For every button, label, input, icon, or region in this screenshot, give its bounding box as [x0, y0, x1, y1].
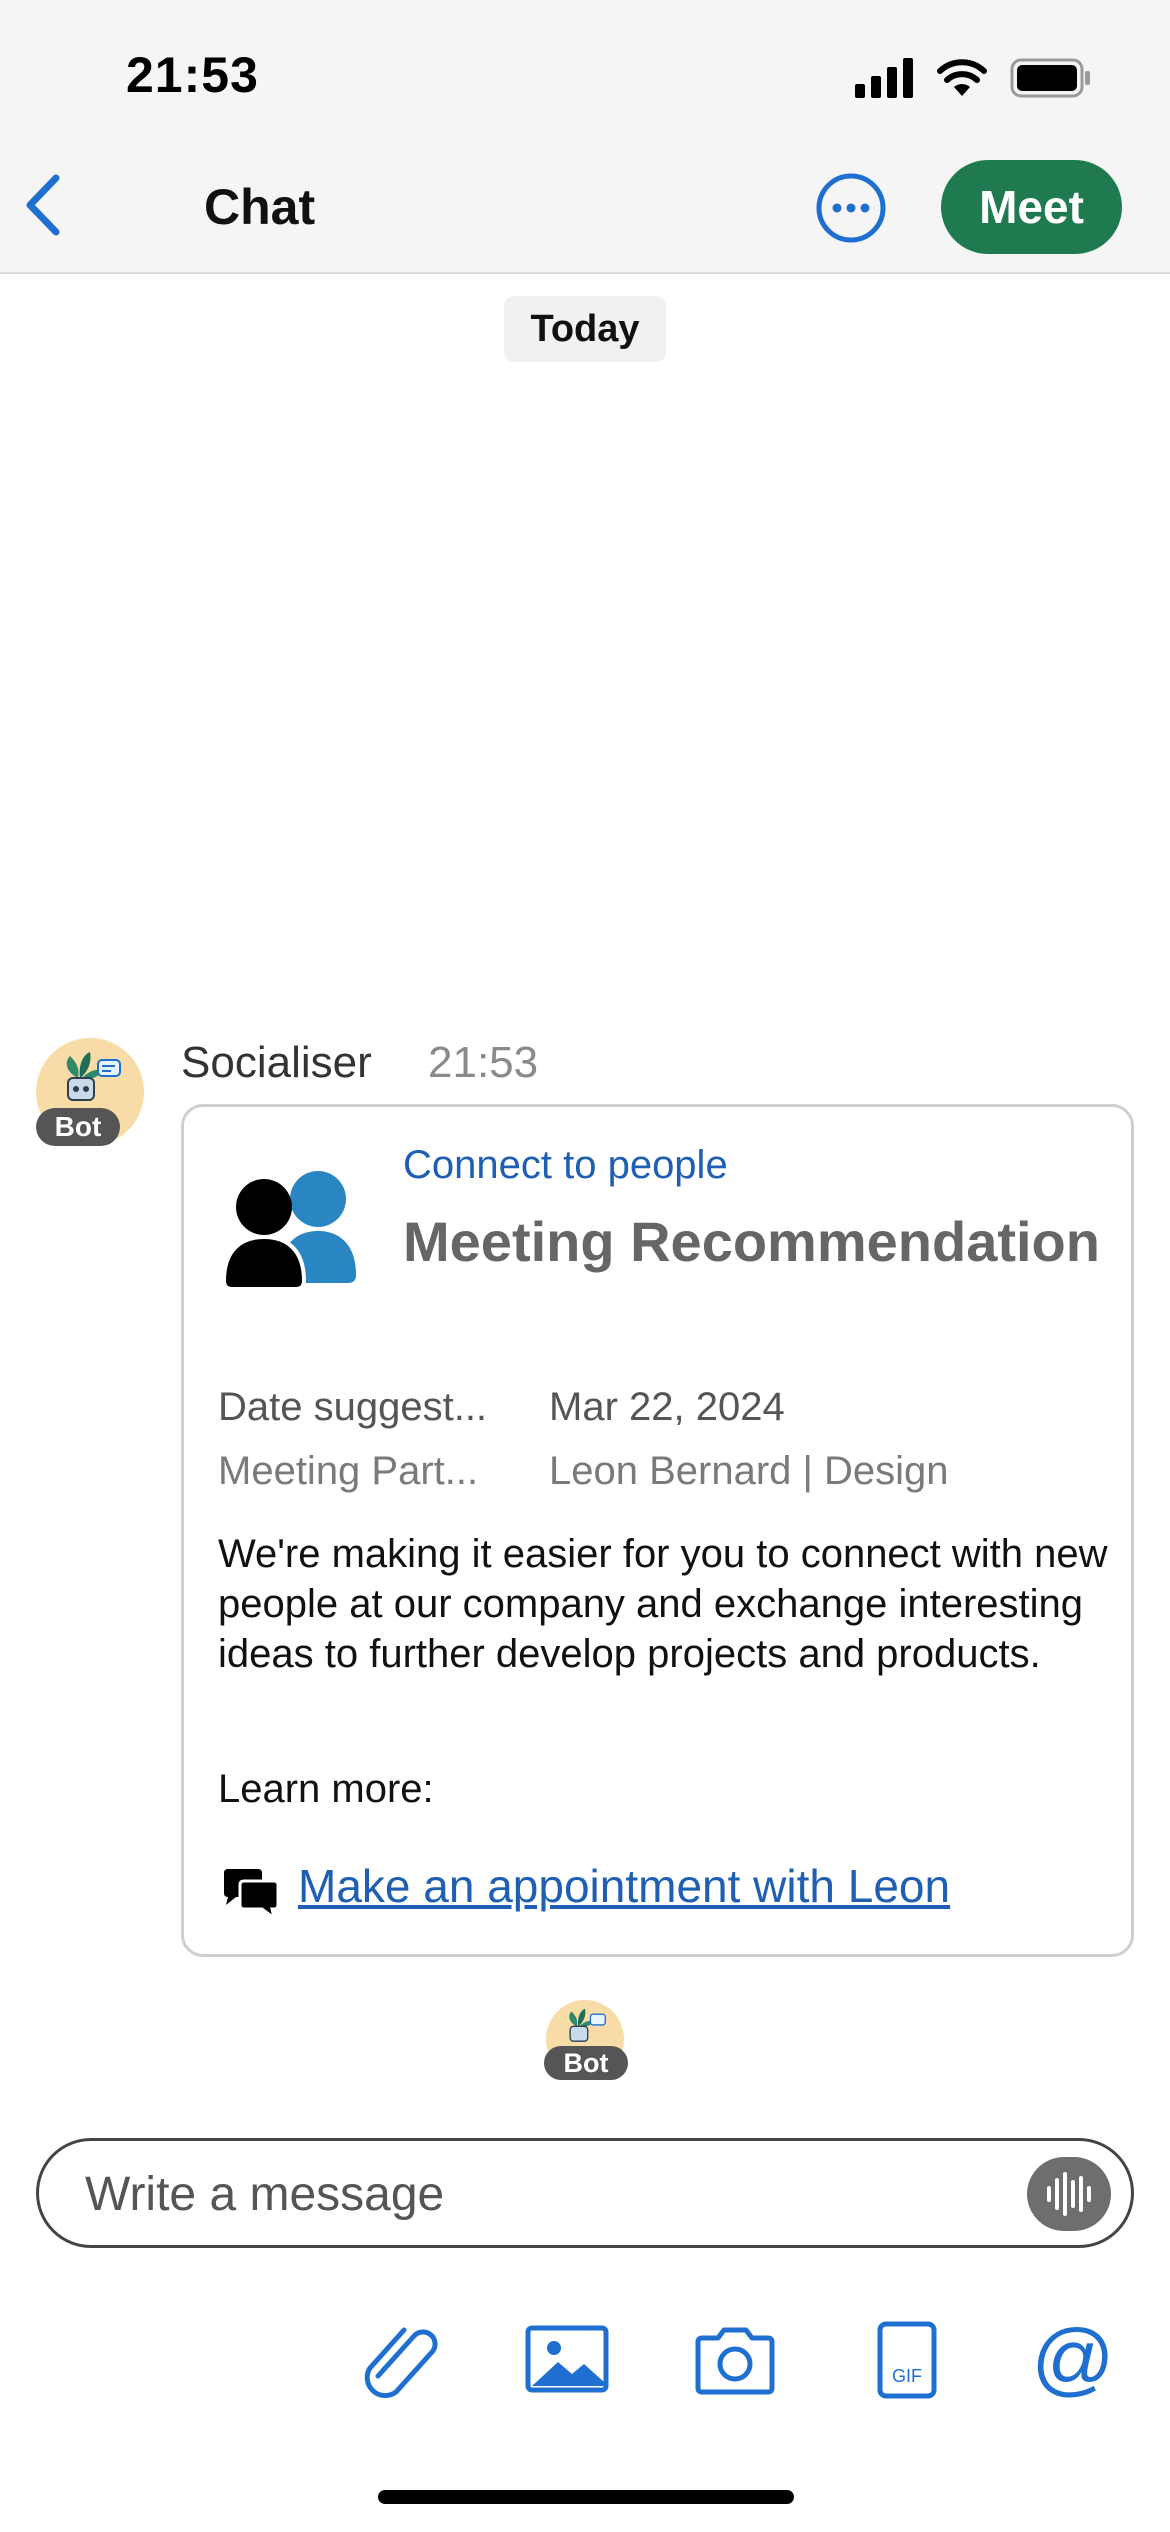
cellular-signal-icon — [855, 58, 913, 98]
status-time: 21:53 — [126, 47, 259, 103]
appointment-link[interactable]: Make an appointment with Leon — [298, 1859, 950, 1913]
voice-record-button[interactable] — [1027, 2157, 1111, 2231]
meet-button[interactable]: Meet — [941, 160, 1122, 254]
at-icon[interactable]: @ — [1028, 2320, 1118, 2400]
image-icon[interactable] — [522, 2320, 612, 2400]
battery-icon — [1010, 58, 1090, 98]
back-chevron-icon[interactable] — [22, 172, 66, 238]
page-title: Chat — [204, 179, 316, 235]
home-indicator — [378, 2490, 794, 2504]
card-title: Meeting Recommendation — [403, 1210, 1100, 1273]
card-body-text: We're making it easier for you to connec… — [218, 1532, 1108, 1676]
bot-badge: Bot — [36, 1108, 120, 1146]
bot-plant-icon — [569, 2008, 606, 2042]
more-options-icon[interactable] — [815, 172, 887, 244]
wifi-icon — [937, 59, 987, 96]
people-icon — [221, 1171, 356, 1291]
message-composer[interactable] — [36, 2138, 1134, 2248]
card-subtitle: Connect to people — [403, 1143, 728, 1187]
audio-waveform-icon — [1047, 2172, 1091, 2216]
message-input[interactable] — [85, 2161, 965, 2227]
chat-bubbles-icon — [224, 1869, 280, 1919]
paperclip-icon[interactable] — [358, 2320, 448, 2400]
fact-value-date: Mar 22, 2024 — [549, 1385, 785, 1429]
svg-text:GIF: GIF — [892, 2366, 922, 2386]
bot-plant-icon — [66, 1052, 121, 1101]
fact-value-participant: Leon Bernard | Design — [549, 1449, 949, 1493]
svg-text:@: @ — [1031, 2320, 1114, 2400]
gif-icon[interactable]: GIF — [862, 2320, 952, 2400]
sender-name: Socialiser — [181, 1038, 372, 1087]
learn-more-label: Learn more: — [218, 1767, 434, 1811]
bot-badge-small: Bot — [544, 2046, 628, 2080]
meeting-recommendation-card: Connect to people Meeting Recommendation… — [181, 1104, 1134, 1957]
camera-icon[interactable] — [690, 2320, 780, 2400]
fact-label-date: Date suggest... — [218, 1385, 488, 1429]
fact-label-participant: Meeting Part... — [218, 1449, 479, 1493]
day-separator: Today — [504, 296, 666, 362]
message-timestamp: 21:53 — [428, 1038, 539, 1087]
top-bar: 21:53 Chat Meet — [0, 0, 1170, 274]
